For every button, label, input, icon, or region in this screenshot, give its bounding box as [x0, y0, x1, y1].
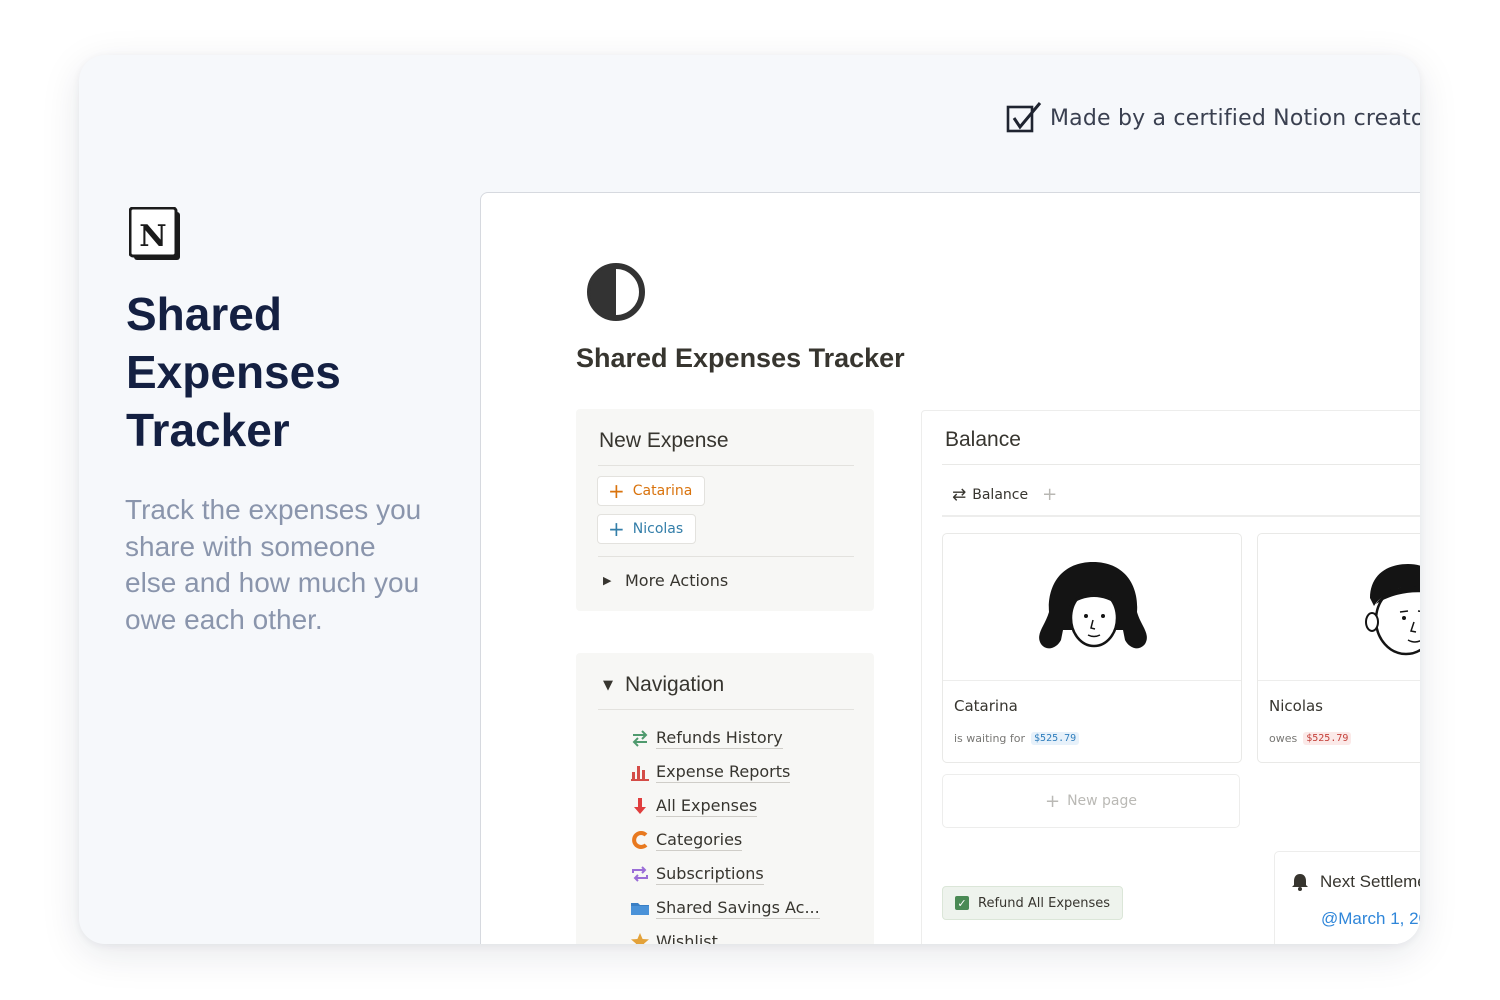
amount-badge: $525.79 — [1303, 732, 1352, 745]
new-expense-heading: New Expense — [599, 429, 729, 452]
nav-label: Wishlist — [656, 932, 718, 945]
triangle-down-icon: ▼ — [603, 677, 613, 693]
page-title: Shared Expenses Tracker — [576, 343, 905, 373]
certified-text: Made by a certified Notion creator — [1050, 105, 1420, 131]
notion-page-screenshot: Shared Expenses Tracker New Expense + Ca… — [480, 192, 1420, 944]
person-name: Nicolas — [1269, 697, 1323, 715]
view-tab-label: Balance — [972, 486, 1029, 503]
new-page-label: New page — [1067, 793, 1138, 809]
balance-heading: Balance — [945, 428, 1021, 451]
man-avatar-illustration — [1365, 564, 1420, 656]
balance-view-tab[interactable]: ⇄ Balance + — [952, 484, 1057, 505]
amount-badge: $525.79 — [1031, 732, 1080, 745]
nav-item-wishlist[interactable]: Wishlist — [628, 925, 820, 944]
navigation-list: Refunds History Expense Reports All Expe… — [628, 721, 820, 944]
nav-label: Subscriptions — [656, 863, 764, 885]
button-label: Nicolas — [632, 521, 684, 537]
svg-text:N: N — [139, 219, 166, 254]
card-cover — [1258, 534, 1420, 681]
nav-item-subscriptions[interactable]: Subscriptions — [628, 857, 820, 891]
promo-card: Made by a certified Notion creator N Sha… — [79, 55, 1420, 944]
divider — [598, 556, 854, 557]
bell-icon — [1292, 872, 1309, 891]
divider — [598, 465, 854, 466]
plus-icon: + — [608, 479, 625, 503]
refund-all-expenses-button[interactable]: ✓ Refund All Expenses — [942, 886, 1124, 920]
person-balance-status: is waiting for $525.79 — [954, 732, 1080, 745]
add-nicolas-expense-button[interactable]: + Nicolas — [597, 514, 697, 544]
navigation-panel: ▼ Navigation Refunds History Expense Rep… — [576, 653, 874, 944]
person-name: Catarina — [954, 697, 1018, 715]
certified-badge: Made by a certified Notion creator — [1006, 101, 1420, 135]
person-card-catarina[interactable]: Catarina is waiting for $525.79 — [942, 533, 1242, 763]
folder-icon — [631, 903, 649, 915]
more-actions-label: More Actions — [625, 571, 729, 590]
divider — [942, 515, 1420, 517]
plus-icon: + — [1044, 790, 1061, 812]
categories-icon — [632, 831, 648, 849]
add-view-icon[interactable]: + — [1042, 484, 1057, 505]
triangle-right-icon: ▶ — [603, 574, 612, 587]
nav-item-categories[interactable]: Categories — [628, 823, 820, 857]
divider — [942, 464, 1420, 465]
next-settlement-label: Next Settlement — [1320, 872, 1420, 891]
navigation-toggle[interactable]: ▼ Navigation — [603, 673, 724, 697]
repeat-icon — [632, 866, 648, 882]
more-actions-toggle[interactable]: ▶ More Actions — [603, 571, 728, 590]
plus-icon: + — [608, 517, 625, 541]
person-balance-status: owes $525.79 — [1269, 732, 1352, 745]
nav-item-all-expenses[interactable]: All Expenses — [628, 789, 820, 823]
arrow-down-icon — [634, 798, 646, 814]
nav-item-shared-savings[interactable]: Shared Savings Ac... — [628, 891, 820, 925]
next-settlement-row: Next Settlement — [1290, 872, 1420, 892]
status-text: is waiting for — [954, 732, 1026, 745]
hero-description: Track the expenses you share with someon… — [125, 494, 422, 635]
nav-label: Expense Reports — [656, 761, 791, 783]
nav-label: Refunds History — [656, 727, 783, 749]
nav-label: All Expenses — [656, 795, 758, 817]
balance-panel: Balance ⇄ Balance + Catarina is waiting … — [921, 410, 1420, 944]
navigation-heading: Navigation — [625, 673, 725, 696]
notion-logo: N — [129, 207, 180, 260]
person-card-nicolas[interactable]: Nicolas owes $525.79 — [1257, 533, 1420, 763]
refund-button-label: Refund All Expenses — [978, 895, 1111, 911]
half-circle-icon — [587, 263, 645, 321]
add-catarina-expense-button[interactable]: + Catarina — [597, 476, 706, 506]
new-expense-panel: New Expense + Catarina + Nicolas ▶ More … — [576, 409, 874, 611]
certified-check-icon — [1006, 102, 1042, 133]
nav-item-expense-reports[interactable]: Expense Reports — [628, 755, 820, 789]
status-text: owes — [1269, 732, 1298, 745]
nav-label: Categories — [656, 829, 743, 851]
arrows-swap-icon: ⇄ — [952, 484, 967, 505]
checkbox-icon: ✓ — [955, 896, 969, 910]
card-cover — [943, 534, 1241, 681]
hero-title: Shared Expenses Tracker — [126, 288, 341, 456]
divider — [598, 709, 854, 710]
woman-avatar-illustration — [1039, 562, 1147, 649]
button-label: Catarina — [632, 483, 693, 499]
star-icon — [631, 933, 649, 944]
arrows-swap-icon — [632, 730, 648, 747]
nav-item-refunds-history[interactable]: Refunds History — [628, 721, 820, 755]
bar-chart-icon — [631, 766, 649, 781]
next-settlement-callout: Next Settlement @March 1, 2024 — [1274, 851, 1420, 944]
new-page-button[interactable]: + New page — [942, 774, 1240, 828]
next-settlement-date[interactable]: @March 1, 2024 — [1321, 909, 1420, 929]
nav-label: Shared Savings Ac... — [656, 897, 820, 919]
